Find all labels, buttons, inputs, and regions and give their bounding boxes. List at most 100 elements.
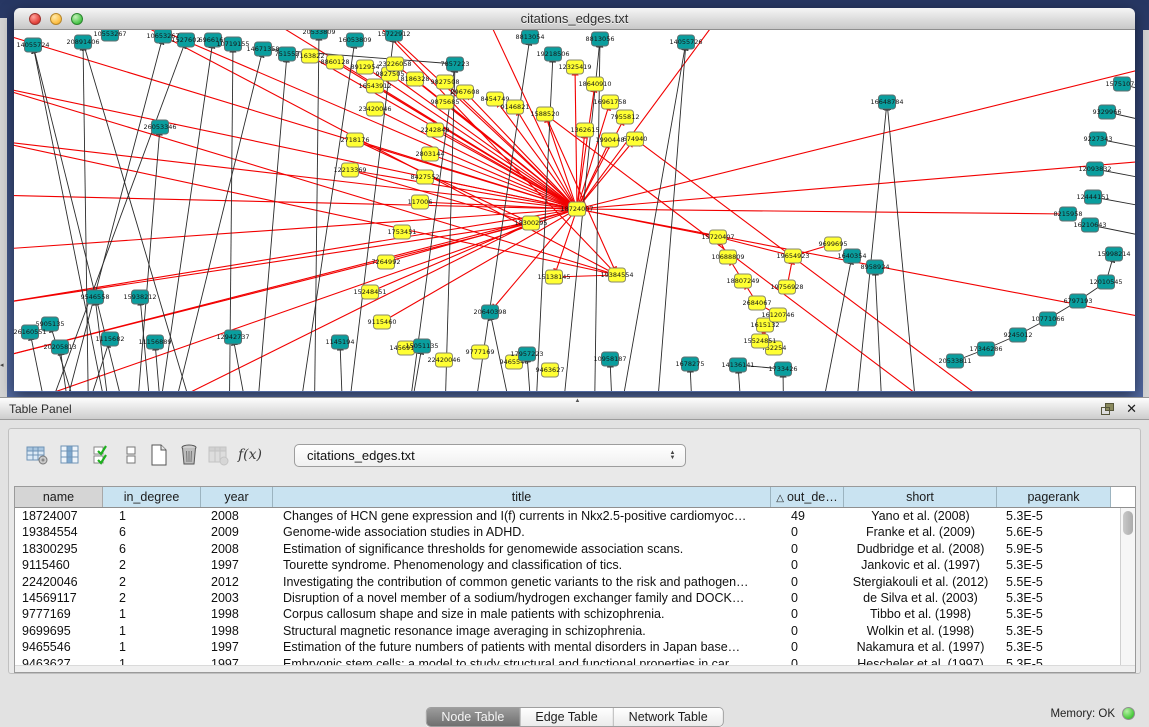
network-node[interactable]: 9699695 (819, 237, 848, 251)
network-edge[interactable] (233, 337, 254, 391)
network-node[interactable]: 23420046 (358, 102, 391, 116)
network-node[interactable]: 7857223 (441, 57, 470, 71)
table-row[interactable]: 1938455462009Genome-wide association stu… (15, 524, 1135, 540)
network-node[interactable]: 2242848 (421, 123, 450, 137)
network-node[interactable]: 1145194 (326, 335, 355, 349)
network-node[interactable]: 12942737 (216, 330, 249, 344)
network-node[interactable]: 10771066 (1031, 312, 1064, 326)
window-close-button[interactable] (29, 13, 41, 25)
network-node[interactable]: 674940 (623, 132, 648, 146)
network-node[interactable]: 15938212 (123, 290, 156, 304)
network-node[interactable]: 15998214 (1097, 247, 1130, 261)
network-node[interactable]: 1640354 (838, 249, 867, 263)
column-header-out_degree[interactable]: △out_de… (771, 487, 844, 507)
network-node[interactable]: 1733426 (769, 362, 798, 376)
network-edge[interactable] (254, 54, 287, 391)
panel-resize-handle-icon[interactable]: ▲ (575, 398, 581, 404)
network-node[interactable]: 9827508 (431, 75, 460, 89)
table-row[interactable]: 969969511998Structural magnetic resonanc… (15, 623, 1135, 639)
network-edge[interactable] (887, 102, 920, 391)
table-row[interactable]: 1456911722003Disruption of a novel membe… (15, 590, 1135, 606)
network-node[interactable]: 8958924 (861, 260, 890, 274)
network-node[interactable]: 15751074 (1105, 77, 1135, 91)
network-node[interactable]: 6797193 (1064, 294, 1093, 308)
table-row[interactable]: 2242004622012Investigating the contribut… (15, 574, 1135, 590)
column-header-year[interactable]: year (201, 487, 273, 507)
table-row[interactable]: 1830029562008Estimation of significance … (15, 541, 1135, 557)
network-node[interactable]: 9227343 (1084, 132, 1113, 146)
table-row[interactable]: 911546021997Tourette syndrome. Phenomeno… (15, 557, 1135, 573)
network-view[interactable]: 1170066749407515527522541115682114519413… (14, 30, 1135, 391)
network-node[interactable]: 26053346 (143, 120, 176, 134)
network-node[interactable]: 2684067 (743, 296, 772, 310)
table-selector[interactable]: citations_edges.txt ▲▼ (294, 444, 686, 467)
network-edge[interactable] (852, 102, 887, 391)
network-edge[interactable] (74, 223, 531, 391)
float-panel-button[interactable] (1100, 402, 1115, 416)
network-node[interactable]: 12325419 (558, 60, 591, 74)
network-edge[interactable] (875, 267, 884, 391)
network-edge[interactable] (83, 42, 89, 391)
network-edge[interactable] (14, 140, 577, 209)
tab-node-table[interactable]: Node Table (426, 708, 520, 726)
column-header-title[interactable]: title (273, 487, 771, 507)
network-node[interactable]: 16648784 (870, 95, 903, 109)
close-panel-button[interactable]: ✕ (1126, 401, 1137, 417)
column-header-name[interactable]: name (15, 487, 103, 507)
select-all-button[interactable] (91, 443, 115, 467)
network-node[interactable]: 9777169 (466, 345, 495, 359)
network-edge[interactable] (382, 209, 577, 322)
delete-button[interactable] (177, 443, 201, 467)
window-zoom-button[interactable] (71, 13, 83, 25)
tab-edge-table[interactable]: Edge Table (520, 708, 613, 726)
network-edge[interactable] (50, 324, 89, 391)
new-document-button[interactable] (147, 443, 171, 467)
table-row[interactable]: 977716911998Corpus callosum shape and si… (15, 606, 1135, 622)
network-node[interactable]: 1678275 (676, 357, 705, 371)
column-header-in_degree[interactable]: in_degree (103, 487, 201, 507)
column-header-short[interactable]: short (844, 487, 997, 507)
network-node[interactable]: 2803144 (416, 147, 445, 161)
horizontal-scrollbar[interactable] (15, 665, 1135, 672)
network-edge[interactable] (814, 256, 852, 391)
window-titlebar[interactable]: citations_edges.txt (14, 8, 1135, 30)
table-panel-header[interactable]: ▲ Table Panel ✕ (0, 397, 1149, 420)
network-edge[interactable] (577, 209, 1068, 214)
network-node[interactable]: 19218506 (536, 47, 569, 61)
network-node[interactable]: 9115460 (368, 315, 397, 329)
network-node[interactable]: 16210643 (1073, 218, 1106, 232)
network-edge[interactable] (14, 209, 577, 250)
show-column-button[interactable] (58, 443, 82, 467)
clear-selection-button[interactable] (119, 443, 143, 467)
network-edge[interactable] (30, 332, 54, 391)
network-node[interactable]: 15722912 (377, 30, 410, 41)
panel-collapse-icon[interactable]: ◂ (0, 362, 4, 369)
network-node[interactable]: 9329966 (1093, 105, 1122, 119)
network-node[interactable]: 14136141 (721, 358, 754, 372)
network-node[interactable]: 10688809 (711, 250, 744, 264)
tab-network-table[interactable]: Network Table (614, 708, 723, 726)
network-node[interactable]: 10958187 (593, 352, 626, 366)
network-node[interactable]: 15720407 (701, 230, 734, 244)
network-node[interactable]: 8427552 (411, 170, 440, 184)
network-node[interactable]: 22420046 (427, 353, 460, 367)
network-node[interactable]: 8813056 (586, 32, 615, 46)
network-edge[interactable] (314, 32, 319, 391)
network-node[interactable]: 18640910 (578, 77, 611, 91)
network-graph[interactable]: 1170066749407515527522541115682114519413… (14, 30, 1135, 391)
network-node[interactable]: 19654923 (776, 249, 809, 263)
network-node[interactable]: 20533809 (302, 30, 335, 39)
network-edge[interactable] (444, 64, 455, 391)
network-node[interactable]: 7955812 (611, 110, 640, 124)
network-node[interactable]: 9463627 (536, 363, 565, 377)
network-node[interactable]: 12213369 (333, 163, 366, 177)
function-builder-button[interactable]: f(x) (238, 446, 262, 470)
network-node[interactable]: 8860128 (321, 55, 350, 69)
network-node[interactable]: 19384554 (600, 268, 633, 282)
vertical-scrollbar[interactable] (1120, 508, 1135, 666)
network-edge[interactable] (14, 195, 577, 209)
network-edge[interactable] (554, 209, 577, 277)
network-node[interactable]: 20640398 (473, 305, 506, 319)
network-node[interactable]: 20205813 (43, 340, 76, 354)
table-row[interactable]: 946554611997Estimation of the future num… (15, 639, 1135, 655)
